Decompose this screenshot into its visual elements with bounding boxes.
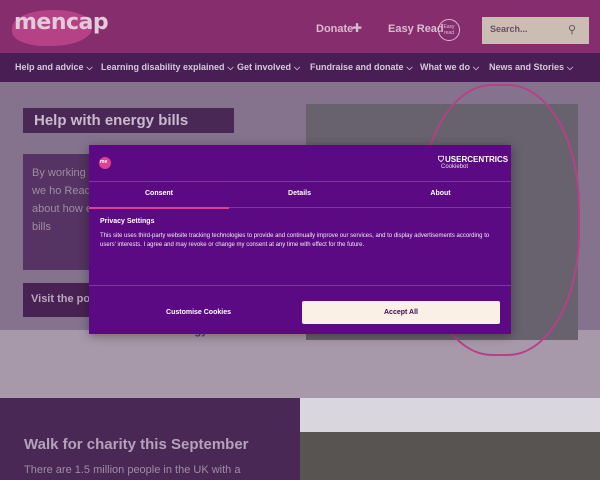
accept-all-button[interactable]: Accept All — [302, 301, 500, 324]
cookiebot-label: Cookiebot — [441, 164, 469, 170]
privacy-settings-text: This site uses third-party website track… — [100, 233, 490, 248]
cookie-consent-dialog: me ⛉USERCENTRICS Cookiebot Consent Detai… — [89, 145, 511, 334]
dialog-divider — [89, 285, 511, 286]
tab-consent[interactable]: Consent — [89, 182, 229, 209]
site-logo-mark: me — [100, 159, 108, 165]
privacy-settings-heading: Privacy Settings — [100, 218, 155, 225]
tab-details[interactable]: Details — [229, 182, 370, 208]
tab-about[interactable]: About — [370, 182, 511, 208]
shield-icon: ⛉ — [438, 155, 444, 164]
customise-cookies-button[interactable]: Customise Cookies — [100, 301, 297, 324]
consent-tabs: Consent Details About — [89, 181, 511, 209]
site-logo-icon: me — [99, 157, 111, 169]
active-tab-indicator — [89, 207, 229, 209]
